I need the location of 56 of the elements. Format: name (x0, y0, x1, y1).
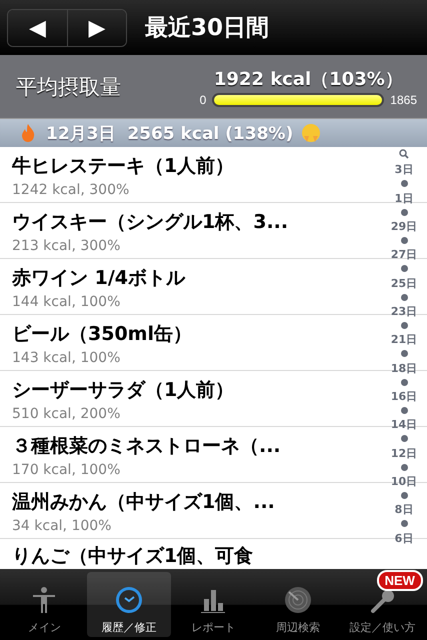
index-label[interactable]: 8日 (394, 504, 414, 516)
search-icon[interactable] (399, 149, 409, 159)
new-badge: NEW (376, 570, 423, 591)
food-name: ３種根菜のミネストローネ（... (12, 434, 282, 459)
index-dot[interactable] (400, 492, 408, 500)
index-dot[interactable] (400, 208, 408, 216)
clock-icon (114, 585, 144, 615)
food-detail: 213 kcal, 300% (12, 238, 122, 254)
food-detail: 34 kcal, 100% (12, 518, 112, 534)
food-name: ビール（350ml缶） (12, 322, 193, 347)
index-label[interactable]: 16日 (390, 390, 418, 402)
tab[interactable]: NEW 設定／使い方 (340, 572, 425, 637)
food-name: 牛ヒレステーキ（1人前） (12, 154, 236, 179)
tab[interactable]: 周辺検索 (256, 572, 340, 637)
index-dot[interactable] (400, 464, 408, 471)
index-dot[interactable] (400, 294, 408, 301)
food-detail: 143 kcal, 100% (12, 350, 122, 366)
index-label[interactable]: 1日 (394, 192, 414, 204)
food-detail: 510 kcal, 200% (12, 406, 122, 422)
index-label[interactable]: 18日 (390, 362, 418, 374)
index-dot[interactable] (400, 378, 408, 386)
bar-min-label: 0 (200, 92, 206, 106)
index-dot[interactable] (400, 407, 408, 414)
radar-icon (283, 585, 314, 615)
next-button[interactable]: ▶ (67, 10, 126, 46)
food-name: ウイスキー（シングル1杯、3... (12, 210, 290, 235)
food-name: 温州みかん（中サイズ1個、... (12, 490, 276, 515)
tab[interactable]: レポート (171, 572, 256, 637)
summary-label: 平均摂取量 (16, 74, 121, 100)
index-label[interactable]: 27日 (390, 249, 418, 260)
index-dot[interactable] (400, 520, 408, 528)
food-name: 赤ワイン 1/4ボトル (12, 266, 186, 291)
food-detail: 1242 kcal, 300% (12, 182, 130, 198)
bar-max-label: 1865 (390, 92, 417, 106)
food-name: シーザーサラダ（1人前） (12, 378, 236, 403)
section-title: 12月3日 2565 kcal (138%) (46, 122, 294, 144)
tab[interactable]: メイン (2, 572, 87, 637)
index-dot[interactable] (400, 180, 408, 188)
index-dot[interactable] (400, 435, 408, 442)
index-dot[interactable] (400, 350, 408, 358)
food-detail: 170 kcal, 100% (12, 462, 122, 478)
index-label[interactable]: 23日 (390, 306, 418, 317)
index-dot[interactable] (400, 322, 408, 330)
index-label[interactable]: 25日 (390, 278, 418, 289)
food-detail: 144 kcal, 100% (12, 294, 122, 310)
tab[interactable]: 履歴／修正 (86, 572, 172, 637)
index-label[interactable]: 21日 (390, 334, 418, 346)
index-label[interactable]: 12日 (390, 448, 418, 459)
index-dot[interactable] (400, 237, 408, 244)
index-dot[interactable] (400, 265, 408, 272)
previous-button[interactable]: ◀ (8, 10, 67, 46)
index-label[interactable]: 3日 (394, 164, 414, 176)
screen-title: 最近30日間 (145, 14, 270, 43)
food-name: りんご（中サイズ1個、可食 (12, 544, 254, 568)
index-label[interactable]: 29日 (390, 220, 418, 232)
summary-value: 1922 kcal（103%） (214, 68, 403, 90)
